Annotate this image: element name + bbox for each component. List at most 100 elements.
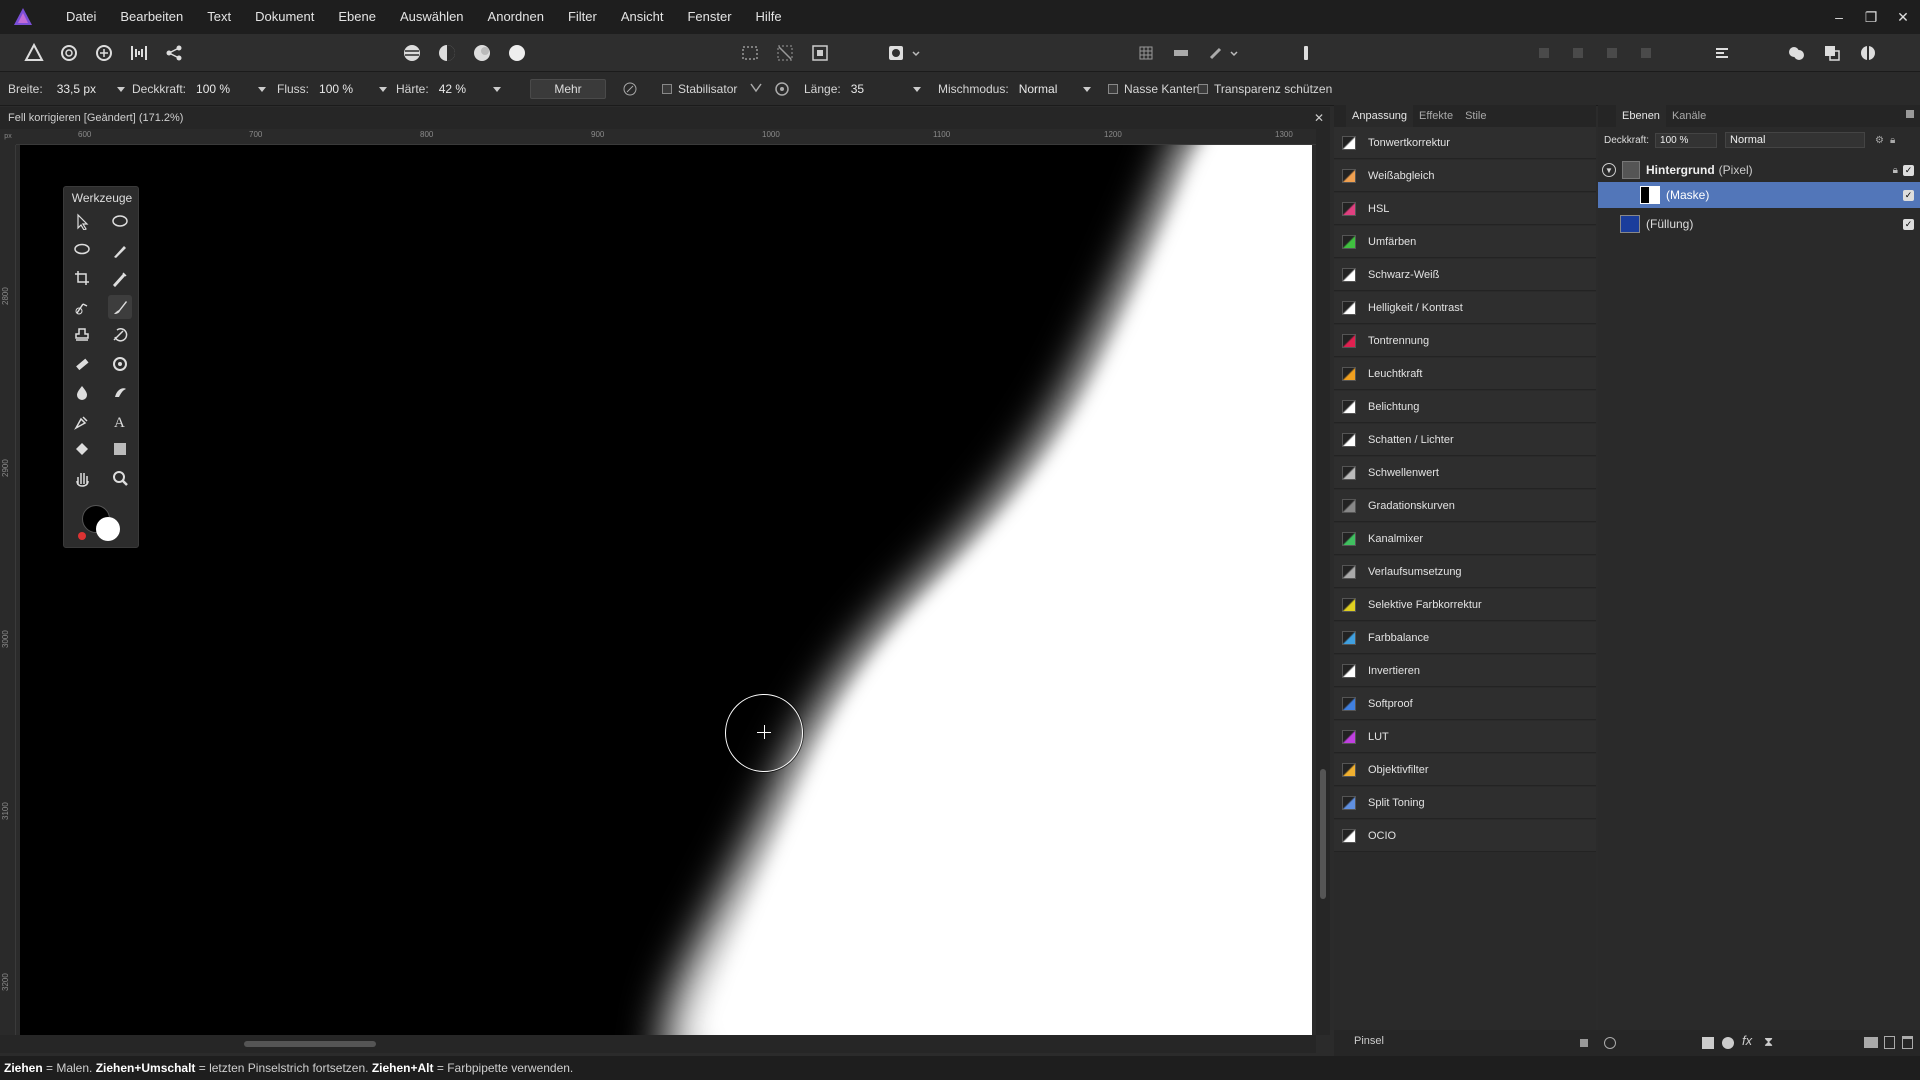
text-tool-icon[interactable]: A xyxy=(108,409,132,433)
protect-alpha-toggle[interactable]: Transparenz schützen xyxy=(1198,72,1332,106)
chevron-down-icon[interactable] xyxy=(912,86,921,92)
blend-mode-control[interactable]: Mischmodus: Normal xyxy=(938,72,1091,106)
snapping-magnet-icon[interactable] xyxy=(1204,41,1228,65)
snapping-grid-icon[interactable] xyxy=(1134,41,1158,65)
adjustment-item[interactable]: Softproof xyxy=(1334,688,1596,720)
tab-anpassung[interactable]: Anpassung xyxy=(1346,105,1414,127)
tab-effekte[interactable]: Effekte xyxy=(1413,105,1459,127)
arrange-forward-icon[interactable] xyxy=(1600,41,1624,65)
adjustment-item[interactable]: Schwellenwert xyxy=(1334,457,1596,489)
add-layer-icon[interactable] xyxy=(1884,1036,1895,1049)
fill-tool-icon[interactable] xyxy=(70,437,94,461)
export-persona-icon[interactable] xyxy=(162,41,186,65)
layer-row-mask[interactable]: (Maske) ✓ xyxy=(1598,182,1920,208)
menu-ebene[interactable]: Ebene xyxy=(326,0,388,34)
live-filter-icon[interactable]: ⧗ xyxy=(1764,1034,1773,1050)
pressure-icon[interactable] xyxy=(622,72,638,106)
adjustment-layer-icon[interactable] xyxy=(1722,1037,1734,1049)
mask-mode-icon[interactable] xyxy=(884,41,908,65)
group-icon[interactable] xyxy=(1864,1037,1878,1048)
pen-tool-icon[interactable] xyxy=(70,409,94,433)
blend-mode-value[interactable]: Normal xyxy=(1019,82,1077,96)
adjustment-item[interactable]: Helligkeit / Kontrast xyxy=(1334,292,1596,324)
adjustment-item[interactable]: LUT xyxy=(1334,721,1596,753)
hand-tool-icon[interactable] xyxy=(70,466,94,490)
adjustment-item[interactable]: Tonwertkorrektur xyxy=(1334,127,1596,159)
layer-opacity-value[interactable]: 100 % xyxy=(1655,132,1718,148)
adjustment-item[interactable]: HSL xyxy=(1334,193,1596,225)
affinity-photo-logo-icon[interactable] xyxy=(12,6,34,28)
expand-chevron-icon[interactable]: ▼ xyxy=(1602,163,1616,177)
hardness-control[interactable]: Härte: 42 % xyxy=(396,72,501,106)
undo-brush-icon[interactable] xyxy=(108,323,132,347)
width-value[interactable]: 33,5 px xyxy=(57,82,111,96)
scroll-thumb[interactable] xyxy=(244,1041,376,1047)
chevron-down-icon[interactable] xyxy=(1082,86,1091,92)
reset-colors-icon[interactable] xyxy=(78,532,86,540)
tab-ebenen[interactable]: Ebenen xyxy=(1616,105,1666,127)
menu-hilfe[interactable]: Hilfe xyxy=(744,0,794,34)
protect-alpha-checkbox[interactable] xyxy=(1198,84,1208,94)
hardness-value[interactable]: 42 % xyxy=(439,82,487,96)
menu-ansicht[interactable]: Ansicht xyxy=(609,0,676,34)
visibility-checkbox[interactable]: ✓ xyxy=(1903,189,1914,201)
menu-dokument[interactable]: Dokument xyxy=(243,0,326,34)
align-icon[interactable] xyxy=(1710,41,1734,65)
wet-edges-toggle[interactable]: Nasse Kanten xyxy=(1108,72,1199,106)
tab-stile[interactable]: Stile xyxy=(1459,105,1492,127)
close-icon[interactable]: ✕ xyxy=(1314,107,1324,129)
blur-brush-icon[interactable] xyxy=(70,380,94,404)
document-canvas[interactable] xyxy=(20,145,1312,1035)
trash-icon[interactable] xyxy=(1902,1036,1913,1049)
layer-row-hintergrund[interactable]: ▼ Hintergrund (Pixel) 🔒︎ ✓ xyxy=(1598,157,1920,183)
adjustment-item[interactable]: Umfärben xyxy=(1334,226,1596,258)
lock-icon[interactable]: 🔒︎ xyxy=(1893,165,1898,176)
boolean-subtract-icon[interactable] xyxy=(1820,41,1844,65)
more-button[interactable]: Mehr xyxy=(530,79,606,99)
auto-white-balance-icon[interactable] xyxy=(505,41,529,65)
chevron-down-icon[interactable] xyxy=(1228,41,1240,65)
length-value[interactable]: 35 xyxy=(851,82,907,96)
restore-button[interactable]: ❐ xyxy=(1862,8,1880,26)
scroll-thumb[interactable] xyxy=(1320,769,1326,899)
menu-bearbeiten[interactable]: Bearbeiten xyxy=(108,0,195,34)
boolean-intersect-icon[interactable] xyxy=(1856,41,1880,65)
adjustment-item[interactable]: Farbbalance xyxy=(1334,622,1596,654)
adjustment-item[interactable]: Belichtung xyxy=(1334,391,1596,423)
chevron-down-icon[interactable] xyxy=(379,86,388,92)
adjustment-item[interactable]: Leuchtkraft xyxy=(1334,358,1596,390)
adjustment-item[interactable]: Split Toning xyxy=(1334,787,1596,819)
flow-control[interactable]: Fluss: 100 % xyxy=(277,72,388,106)
length-control[interactable]: Länge: 35 xyxy=(804,72,921,106)
width-control[interactable]: Breite: 33,5 px xyxy=(8,72,125,106)
flow-value[interactable]: 100 % xyxy=(319,82,373,96)
adjustment-item[interactable]: OCIO xyxy=(1334,820,1596,852)
move-tool-icon[interactable] xyxy=(70,209,94,233)
invert-selection-icon[interactable] xyxy=(773,41,797,65)
chevron-down-icon[interactable] xyxy=(910,41,922,65)
arrange-backward-icon[interactable] xyxy=(1566,41,1590,65)
lock-icon[interactable]: 🔒︎ xyxy=(1890,135,1895,146)
adjustment-item[interactable]: Kanalmixer xyxy=(1334,523,1596,555)
gear-icon[interactable]: ⚙ xyxy=(1875,135,1884,146)
brushes-tab[interactable]: Pinsel xyxy=(1354,1035,1384,1047)
opacity-control[interactable]: Deckkraft: 100 % xyxy=(132,72,267,106)
auto-levels-icon[interactable] xyxy=(400,41,424,65)
selection-marquee-icon[interactable] xyxy=(738,41,762,65)
adjustment-item[interactable]: Objektivfilter xyxy=(1334,754,1596,786)
menu-fenster[interactable]: Fenster xyxy=(675,0,743,34)
adjustment-item[interactable]: Gradationskurven xyxy=(1334,490,1596,522)
snapping-options-icon[interactable] xyxy=(1169,41,1193,65)
opacity-value[interactable]: 100 % xyxy=(196,82,252,96)
flood-select-icon[interactable] xyxy=(70,295,94,319)
freehand-selection-icon[interactable] xyxy=(108,209,132,233)
menu-anordnen[interactable]: Anordnen xyxy=(476,0,556,34)
auto-contrast-icon[interactable] xyxy=(435,41,459,65)
rectangle-tool-icon[interactable] xyxy=(108,437,132,461)
photo-persona-icon[interactable] xyxy=(22,41,46,65)
layer-blend-mode[interactable]: Normal xyxy=(1725,132,1866,148)
vertical-scrollbar[interactable] xyxy=(1316,129,1330,1035)
paint-brush-icon[interactable] xyxy=(108,294,132,319)
layer-row-fill[interactable]: (Füllung) ✓ xyxy=(1598,211,1920,237)
visibility-checkbox[interactable]: ✓ xyxy=(1903,164,1914,176)
